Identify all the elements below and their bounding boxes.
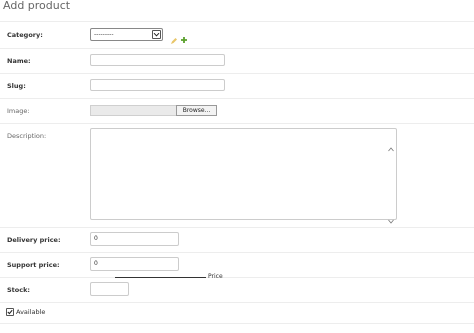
chevron-down-icon <box>152 30 161 39</box>
category-label: Category: <box>7 31 43 39</box>
page-title: Add product <box>3 0 71 12</box>
pencil-icon[interactable] <box>170 30 178 44</box>
name-label: Name: <box>7 57 31 65</box>
support-price-label: Support price: <box>7 261 60 269</box>
row-divider <box>0 227 474 228</box>
image-label: Image: <box>7 107 30 115</box>
name-input[interactable] <box>90 54 225 66</box>
row-divider <box>0 302 474 303</box>
delivery-price-label: Delivery price: <box>7 236 61 244</box>
row-divider <box>0 123 474 124</box>
row-divider <box>0 98 474 99</box>
price-caption: Price <box>208 273 223 280</box>
row-divider <box>0 252 474 253</box>
stock-input[interactable] <box>90 282 129 296</box>
description-label: Description: <box>7 132 47 140</box>
scroll-up-icon[interactable] <box>388 137 394 152</box>
row-divider <box>0 21 474 22</box>
row-divider <box>0 323 474 324</box>
image-file-input[interactable]: Browse... <box>90 105 217 116</box>
slug-label: Slug: <box>7 82 26 90</box>
row-divider <box>0 48 474 49</box>
row-divider <box>0 73 474 74</box>
row-divider <box>0 277 474 278</box>
slug-input[interactable] <box>90 79 225 91</box>
category-select[interactable]: --------- <box>90 28 163 41</box>
available-label: Available <box>16 308 46 316</box>
available-checkbox[interactable] <box>6 308 14 316</box>
stock-label: Stock: <box>7 286 31 294</box>
category-selected-value: --------- <box>94 31 114 38</box>
delivery-price-input[interactable]: 0 <box>90 232 179 246</box>
plus-icon[interactable] <box>180 29 188 43</box>
description-textarea[interactable] <box>90 128 397 224</box>
price-divider <box>115 277 206 278</box>
scroll-down-icon[interactable] <box>388 209 394 224</box>
support-price-input[interactable]: 0 <box>90 257 179 271</box>
browse-button[interactable]: Browse... <box>176 105 217 116</box>
checkmark-icon <box>7 309 13 315</box>
